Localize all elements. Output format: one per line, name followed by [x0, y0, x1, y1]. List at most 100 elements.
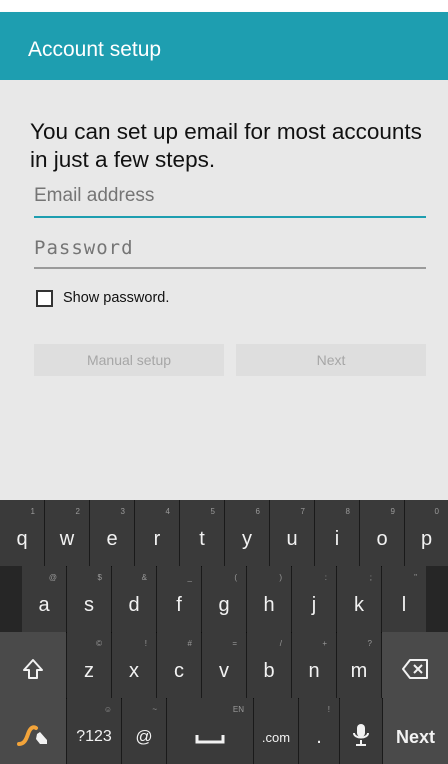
keyboard-row-2: @ a $ s & d _ f (g ) h :j ; k " l	[0, 566, 448, 632]
key-hint: #	[187, 639, 192, 648]
account-setup-form: You can set up email for most accounts i…	[0, 80, 448, 500]
keyboard-next-key[interactable]: Next	[383, 698, 448, 764]
show-password-checkbox[interactable]	[36, 289, 53, 307]
manual-setup-button[interactable]: Manual setup	[34, 344, 224, 376]
key-label: .com	[261, 729, 291, 745]
keyboard-row-4: ☺ ?123 ~ @ EN .com !. Next	[0, 698, 448, 764]
swype-icon	[17, 725, 47, 746]
key-label: v	[219, 659, 229, 682]
backspace-key[interactable]	[382, 632, 448, 698]
password-underline	[34, 267, 426, 269]
key-label: k	[354, 593, 364, 616]
key-hint: 3	[120, 507, 125, 516]
keyboard: 1q 2w 3e 4r 5t 6y 7u 8i 9o 0p @ a $ s & d _…	[0, 500, 448, 764]
key-label: b	[263, 659, 275, 682]
key-label: g	[218, 593, 230, 616]
key-label: i	[334, 527, 340, 550]
space-key[interactable]: EN	[167, 698, 253, 764]
key-z[interactable]: © z	[67, 632, 111, 698]
period-key[interactable]: !.	[299, 698, 339, 764]
key-e[interactable]: 3e	[90, 500, 134, 566]
key-x[interactable]: ! x	[112, 632, 156, 698]
key-label: x	[129, 659, 139, 682]
app-bar: Account setup	[0, 12, 448, 80]
key-label: w	[59, 527, 75, 550]
key-hint: 2	[75, 507, 80, 516]
key-g[interactable]: (g	[202, 566, 246, 632]
key-label: p	[420, 527, 433, 550]
key-hint: EN	[232, 705, 244, 714]
key-u[interactable]: 7u	[270, 500, 314, 566]
key-v[interactable]: = v	[202, 632, 246, 698]
key-m[interactable]: ? m	[337, 632, 381, 698]
key-s[interactable]: $ s	[67, 566, 111, 632]
key-hint: !	[144, 639, 147, 648]
key-h[interactable]: ) h	[247, 566, 291, 632]
key-label: @	[135, 727, 153, 746]
key-b[interactable]: / b	[247, 632, 291, 698]
key-hint: "	[414, 573, 417, 582]
swype-key[interactable]	[0, 698, 66, 764]
key-hint: &	[141, 573, 147, 582]
key-label: r	[153, 527, 161, 550]
key-i[interactable]: 8i	[315, 500, 359, 566]
key-hint: _	[187, 573, 192, 582]
email-field[interactable]	[34, 176, 426, 216]
password-field[interactable]	[34, 228, 426, 268]
email-underline	[34, 216, 426, 218]
space-icon	[195, 735, 225, 744]
key-label: q	[16, 527, 28, 550]
key-label: a	[38, 593, 50, 616]
key-hint: ;	[369, 573, 372, 582]
key-t[interactable]: 5t	[180, 500, 224, 566]
key-a[interactable]: @ a	[22, 566, 66, 632]
key-hint: ~	[152, 705, 157, 714]
key-spacer-left	[0, 566, 22, 632]
key-hint: =	[232, 639, 237, 648]
next-button[interactable]: Next	[236, 344, 426, 376]
key-at[interactable]: ~ @	[122, 698, 166, 764]
key-label: .	[316, 725, 322, 748]
key-hint: 0	[434, 507, 439, 516]
key-hint: !	[327, 705, 330, 714]
key-l[interactable]: " l	[382, 566, 426, 632]
key-hint: 4	[165, 507, 170, 516]
key-hint: ©	[96, 639, 102, 648]
key-k[interactable]: ; k	[337, 566, 381, 632]
key-hint: 8	[345, 507, 350, 516]
backspace-icon	[402, 659, 428, 679]
dotcom-key[interactable]: .com	[254, 698, 298, 764]
key-label: n	[308, 659, 320, 682]
shift-key[interactable]	[0, 632, 66, 698]
key-label: j	[311, 593, 317, 616]
key-hint: /	[279, 639, 282, 648]
key-j[interactable]: :j	[292, 566, 336, 632]
key-p[interactable]: 0p	[405, 500, 448, 566]
key-q[interactable]: 1q	[0, 500, 44, 566]
microphone-icon	[353, 724, 369, 746]
key-label: m	[350, 659, 368, 682]
key-label: h	[263, 593, 275, 616]
key-hint: :	[324, 573, 327, 582]
key-r[interactable]: 4r	[135, 500, 179, 566]
show-password-label: Show password.	[63, 290, 170, 306]
key-o[interactable]: 9o	[360, 500, 404, 566]
key-hint: ☺	[103, 705, 112, 714]
key-hint: )	[279, 573, 282, 582]
show-password-row[interactable]: Show password.	[36, 287, 169, 309]
key-w[interactable]: 2w	[45, 500, 89, 566]
key-n[interactable]: + n	[292, 632, 336, 698]
key-hint: 5	[210, 507, 215, 516]
symbols-key[interactable]: ☺ ?123	[67, 698, 121, 764]
key-c[interactable]: # c	[157, 632, 201, 698]
key-d[interactable]: & d	[112, 566, 156, 632]
voice-input-key[interactable]	[340, 698, 382, 764]
key-label: l	[401, 593, 407, 616]
key-f[interactable]: _ f	[157, 566, 201, 632]
key-hint: 7	[300, 507, 305, 516]
key-label: z	[84, 659, 94, 682]
key-y[interactable]: 6y	[225, 500, 269, 566]
key-hint: 6	[255, 507, 260, 516]
shift-icon	[23, 659, 43, 679]
key-hint: (	[234, 573, 237, 582]
